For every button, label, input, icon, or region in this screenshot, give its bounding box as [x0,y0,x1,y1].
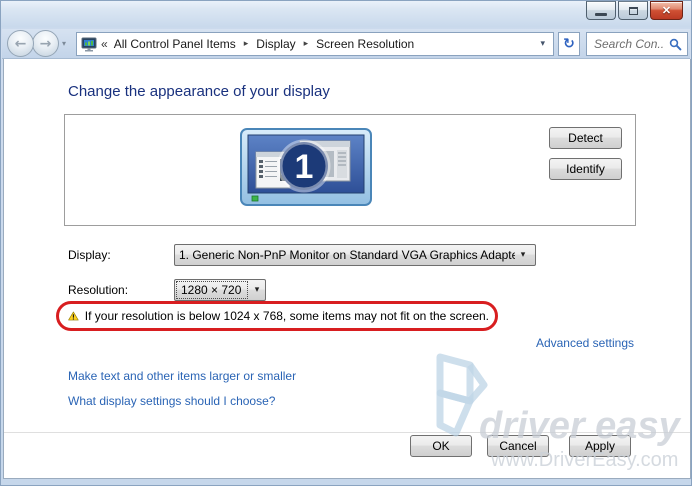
page-title: Change the appearance of your display [68,83,330,100]
recent-pages-chevron-icon[interactable]: ▾ [62,39,66,48]
address-dropdown-icon[interactable]: ▾ [536,39,549,49]
display-label: Display: [68,248,111,262]
resolution-dropdown[interactable]: 1280 × 720 ▾ [174,279,266,301]
window-controls: ✕ [586,1,683,20]
address-bar[interactable]: « All Control Panel Items ▸ Display ▸ Sc… [76,32,554,56]
footer-divider [4,432,690,433]
maximize-button[interactable] [618,1,648,20]
content-area: Change the appearance of your display 1 … [3,59,691,479]
search-box[interactable] [586,32,688,56]
resolution-dropdown-value: 1280 × 720 [176,281,248,299]
cancel-button[interactable]: Cancel [487,435,549,457]
advanced-settings-link[interactable]: Advanced settings [536,336,634,350]
apply-button[interactable]: Apply [569,435,631,457]
forward-button[interactable]: → [32,30,59,57]
chevron-down-icon: ▾ [254,285,260,295]
chevron-down-icon: ▾ [520,250,526,260]
breadcrumb-item-display[interactable]: Display [254,37,297,51]
titlebar: ✕ [1,1,691,29]
breadcrumb-separator-icon[interactable]: ▸ [302,39,311,49]
screen-resolution-window: ✕ ← → ▾ « All Control Panel Items ▸ Disp… [0,0,692,486]
back-icon: ← [14,35,27,52]
display-dropdown-value: 1. Generic Non-PnP Monitor on Standard V… [179,248,515,262]
refresh-button[interactable]: ↻ [558,32,580,56]
back-button[interactable]: ← [7,30,34,57]
monitor-preview-graphic[interactable]: 1 [240,128,372,208]
breadcrumb-separator-icon[interactable]: ▸ [242,39,251,49]
breadcrumb-item-control-panel[interactable]: All Control Panel Items [112,37,238,51]
resolution-label: Resolution: [68,283,129,297]
display-settings-help-link[interactable]: What display settings should I choose? [68,394,275,408]
warning-text: If your resolution is below 1024 x 768, … [84,309,489,323]
maximize-icon [628,6,638,15]
minimize-icon [595,13,607,16]
ok-button[interactable]: OK [410,435,472,457]
display-icon [81,37,97,51]
warning-highlight-annotation: If your resolution is below 1024 x 768, … [56,301,498,331]
close-icon: ✕ [661,5,672,17]
breadcrumb-item-screen-resolution[interactable]: Screen Resolution [314,37,416,51]
navigation-bar: ← → ▾ « All Control Panel Items ▸ Displa… [2,29,690,59]
search-input[interactable] [592,36,666,52]
display-dropdown[interactable]: 1. Generic Non-PnP Monitor on Standard V… [174,244,536,266]
close-button[interactable]: ✕ [650,1,683,20]
make-text-larger-link[interactable]: Make text and other items larger or smal… [68,369,296,383]
refresh-icon: ↻ [563,36,575,52]
monitor-preview-panel: 1 Detect Identify [64,114,636,226]
monitor-number-label: 1 [295,148,314,186]
minimize-button[interactable] [586,1,616,20]
identify-button[interactable]: Identify [549,158,622,180]
detect-button[interactable]: Detect [549,127,622,149]
warning-icon [68,311,79,321]
search-icon[interactable] [669,38,682,51]
breadcrumb-overflow-icon[interactable]: « [101,37,108,51]
forward-icon: → [39,35,52,52]
